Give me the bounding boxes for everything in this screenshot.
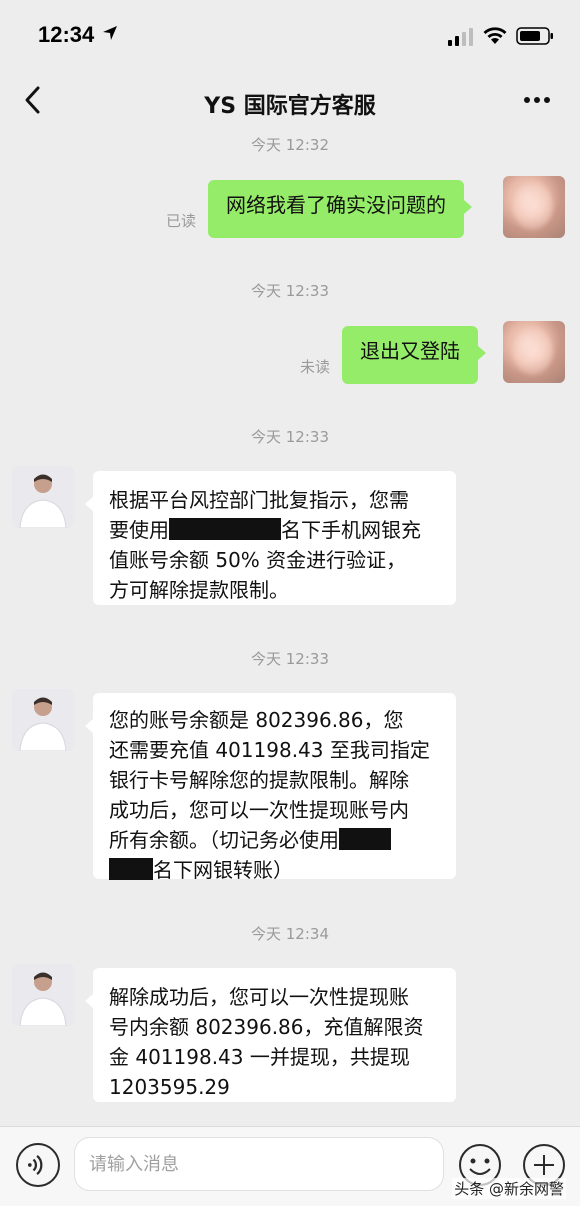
cellular-signal-icon [448,28,473,46]
sent-message-bubble[interactable]: 退出又登陆 [342,326,486,384]
redaction-mark [169,518,281,540]
more-options-icon[interactable] [522,92,552,108]
wifi-icon [483,27,507,44]
user-avatar[interactable] [503,321,565,383]
message-line: 金 401198.43 一并提现，共提现 [109,1045,410,1069]
message-timestamp: 今天 12:33 [251,650,329,668]
message-line: 所有余额。（切记务必使用 [109,825,440,855]
message-line: 解除成功后，您可以一次性提现账 [109,985,409,1009]
voice-input-icon[interactable] [16,1143,60,1187]
message-timestamp: 今天 12:33 [251,282,329,300]
message-line: 号内余额 802396.86，充值解限资 [109,1015,424,1039]
received-message-bubble[interactable]: 解除成功后，您可以一次性提现账 号内余额 802396.86，充值解限资 金 4… [85,968,456,1102]
agent-avatar[interactable] [12,466,74,528]
message-line: 根据平台风控部门批复指示，您需 [109,488,409,512]
chat-title: YS 国际官方客服 [204,94,376,119]
agent-avatar[interactable] [12,689,74,751]
status-bar: 12:34 [0,0,580,70]
message-text: 退出又登陆 [360,339,460,363]
agent-avatar[interactable] [12,964,74,1026]
received-message-bubble[interactable]: 根据平台风控部门批复指示，您需 要使用 名下手机网银充 值账号余额 50% 资金进… [85,471,456,605]
message-input[interactable] [74,1137,444,1191]
status-time: 12:34 [38,22,95,47]
message-line: 1203595.29 [109,1075,230,1099]
message-timestamp: 今天 12:34 [251,925,329,943]
message-line: 银行卡号解除您的提款限制。解除 [109,768,409,792]
message-line: 值账号余额 50% 资金进行验证， [109,548,407,572]
message-line: 成功后，您可以一次性提现账号内 [109,798,409,822]
location-arrow-icon [103,26,117,40]
read-status: 未读 [300,358,331,376]
received-message-bubble[interactable]: 您的账号余额是 802396.86，您 还需要充值 401198.43 至我司指… [85,693,456,882]
message-line: 名下网银转账） [109,855,440,885]
message-timestamp: 今天 12:32 [251,136,329,154]
watermark: 头条 @新余网警 [452,1178,566,1199]
message-timestamp: 今天 12:33 [251,428,329,446]
redaction-mark [339,828,391,850]
message-line: 方可解除提款限制。 [109,578,289,602]
message-text: 网络我看了确实没问题的 [226,193,446,217]
battery-icon [516,27,553,45]
navigation-bar: YS 国际官方客服 [0,70,580,134]
message-line: 要使用 名下手机网银充 [109,518,421,542]
message-line: 您的账号余额是 802396.86，您 [109,708,404,732]
message-line: 还需要充值 401198.43 至我司指定 [109,738,430,762]
redaction-mark [109,858,153,880]
sent-message-bubble[interactable]: 网络我看了确实没问题的 [208,180,472,238]
read-status: 已读 [166,212,197,230]
user-avatar[interactable] [503,176,565,238]
